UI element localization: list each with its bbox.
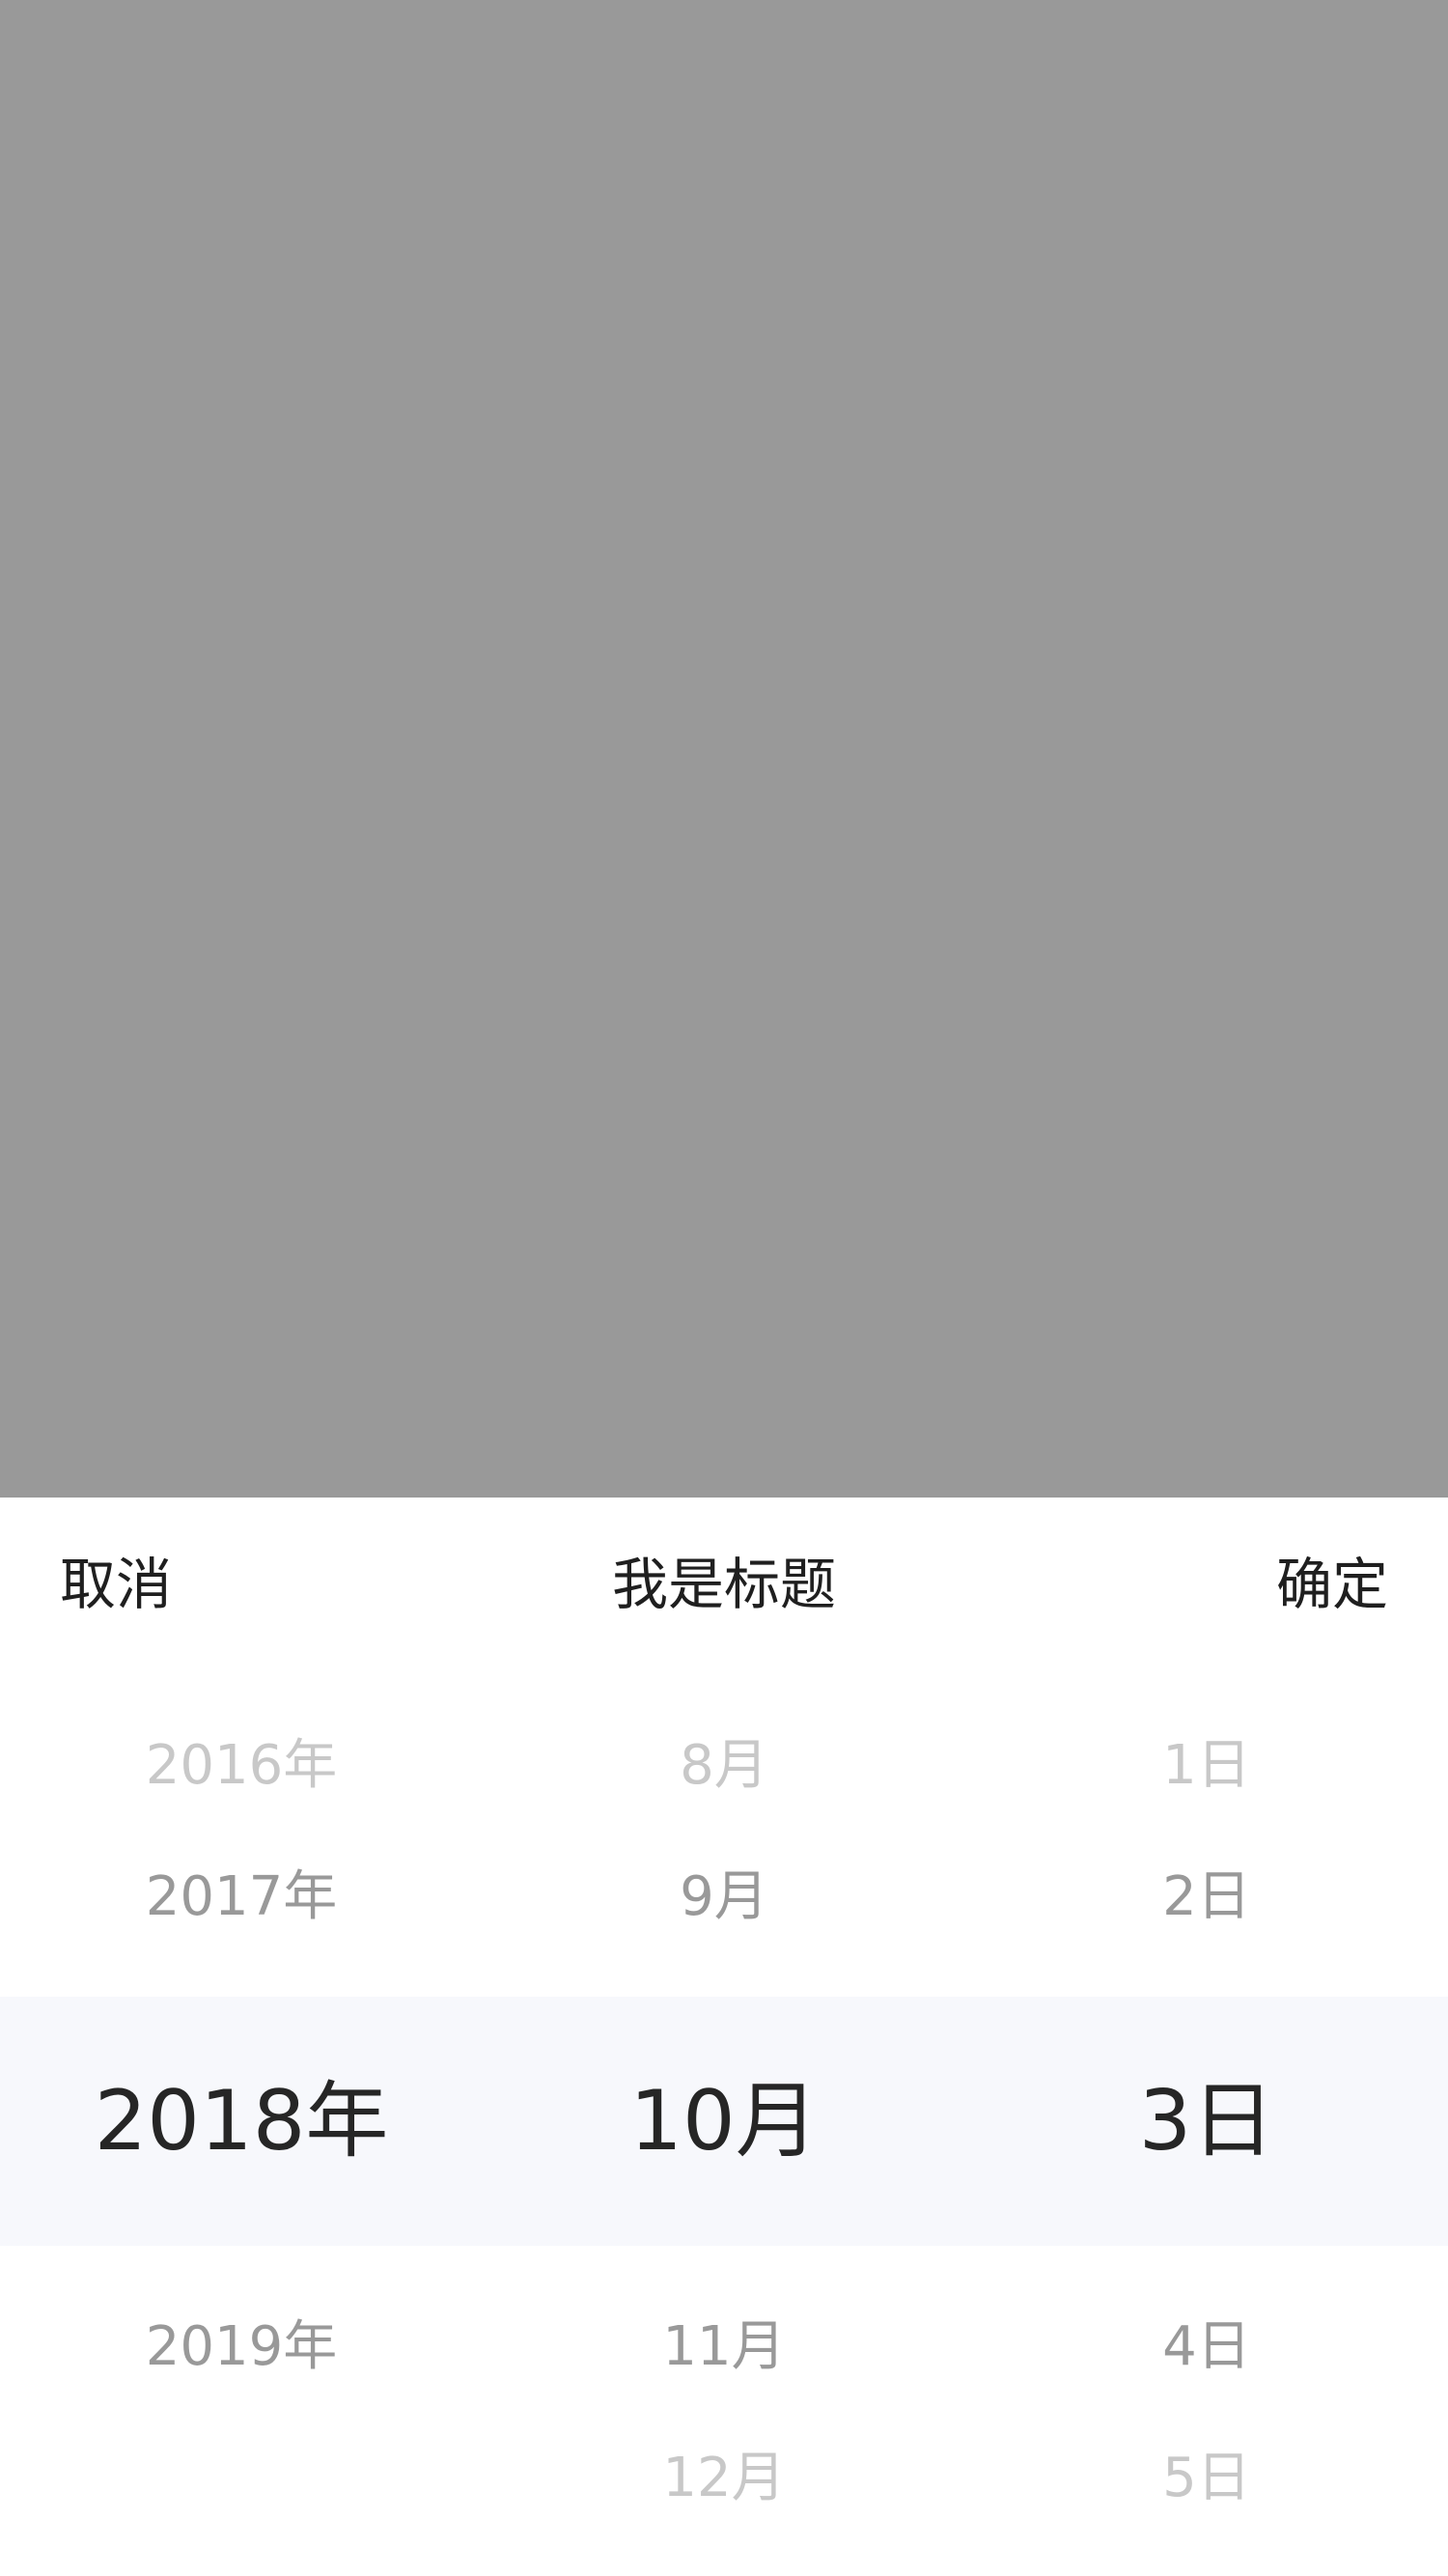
month-option[interactable]: 9月 xyxy=(483,1859,965,1936)
year-option-selected[interactable]: 2018年 xyxy=(0,2063,483,2179)
day-option-selected[interactable]: 3日 xyxy=(965,2063,1448,2179)
year-option[interactable]: 2019年 xyxy=(0,2309,483,2386)
month-wheel[interactable]: 8月 9月 10月 11月 12月 xyxy=(483,1498,965,2576)
day-option[interactable]: 2日 xyxy=(965,1859,1448,1936)
year-option[interactable]: 2017年 xyxy=(0,1859,483,1936)
year-wheel[interactable]: 2016年 2017年 2018年 2019年 xyxy=(0,1498,483,2576)
month-option[interactable]: 12月 xyxy=(483,2440,965,2517)
year-option[interactable]: 2016年 xyxy=(0,1727,483,1805)
day-option[interactable]: 4日 xyxy=(965,2309,1448,2386)
day-option[interactable]: 1日 xyxy=(965,1727,1448,1805)
modal-backdrop[interactable] xyxy=(0,0,1448,1498)
day-option[interactable]: 5日 xyxy=(965,2440,1448,2517)
month-option-selected[interactable]: 10月 xyxy=(483,2063,965,2179)
date-picker-sheet: 取消 我是标题 确定 2016年 2017年 2018年 2019年 8月 9月… xyxy=(0,1498,1448,2576)
month-option[interactable]: 11月 xyxy=(483,2309,965,2386)
month-option[interactable]: 8月 xyxy=(483,1727,965,1805)
day-wheel[interactable]: 1日 2日 3日 4日 5日 xyxy=(965,1498,1448,2576)
